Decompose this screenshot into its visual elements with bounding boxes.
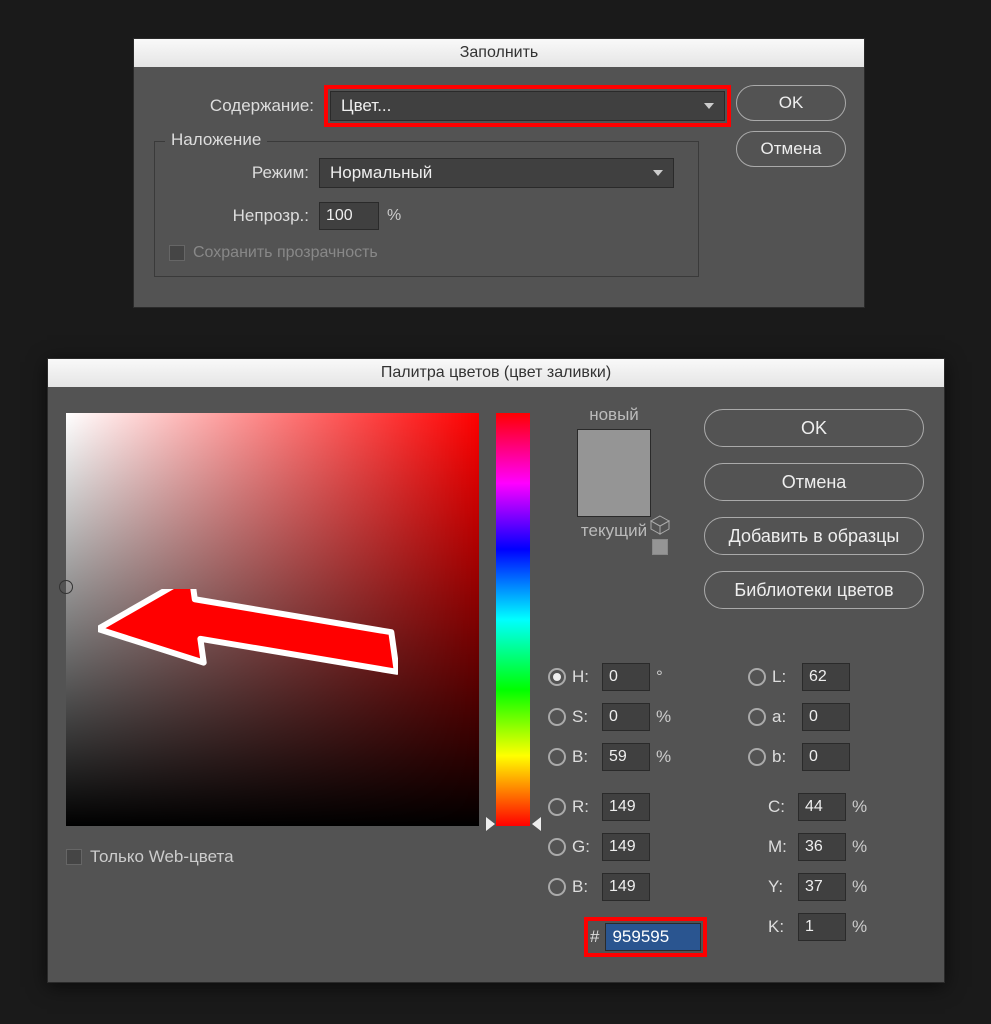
fill-titlebar[interactable]: Заполнить (134, 39, 864, 67)
l-label: L: (772, 667, 798, 687)
hue-slider-left-icon[interactable] (486, 817, 495, 831)
h-radio[interactable] (548, 668, 566, 686)
blending-legend: Наложение (165, 130, 267, 150)
hsb-b-radio[interactable] (548, 748, 566, 766)
a-label: a: (772, 707, 798, 727)
rgb-b-radio[interactable] (548, 878, 566, 896)
c-input[interactable] (798, 793, 846, 821)
fill-cancel-button[interactable]: Отмена (736, 131, 846, 167)
color-picker-dialog: Палитра цветов (цвет заливки) новый теку… (47, 358, 945, 983)
opacity-unit: % (387, 207, 401, 225)
hsb-b-input[interactable] (602, 743, 650, 771)
lab-b-radio[interactable] (748, 748, 766, 766)
c-label: C: (768, 797, 794, 817)
preserve-transparency-checkbox[interactable] (169, 245, 185, 261)
content-select[interactable]: Цвет... (330, 91, 725, 121)
h-input[interactable] (602, 663, 650, 691)
s-label: S: (572, 707, 598, 727)
picker-cancel-button[interactable]: Отмена (704, 463, 924, 501)
picker-ok-button[interactable]: OK (704, 409, 924, 447)
y-label: Y: (768, 877, 794, 897)
rgb-b-input[interactable] (602, 873, 650, 901)
preserve-transparency-label: Сохранить прозрачность (193, 244, 378, 262)
add-swatches-button[interactable]: Добавить в образцы (704, 517, 924, 555)
lab-b-label: b: (772, 747, 798, 767)
h-label: H: (572, 667, 598, 687)
web-only-checkbox[interactable] (66, 849, 82, 865)
hue-slider-right-icon[interactable] (532, 817, 541, 831)
r-input[interactable] (602, 793, 650, 821)
g-radio[interactable] (548, 838, 566, 856)
content-label: Содержание: (154, 96, 324, 116)
g-label: G: (572, 837, 598, 857)
a-radio[interactable] (748, 708, 766, 726)
hsb-b-label: B: (572, 747, 598, 767)
fill-title: Заполнить (460, 44, 539, 62)
color-libraries-button[interactable]: Библиотеки цветов (704, 571, 924, 609)
mode-select[interactable]: Нормальный (319, 158, 674, 188)
opacity-label: Непрозр.: (169, 206, 319, 226)
a-input[interactable] (802, 703, 850, 731)
rgb-b-label: B: (572, 877, 598, 897)
web-only-label: Только Web-цвета (90, 847, 234, 867)
g-input[interactable] (602, 833, 650, 861)
l-input[interactable] (802, 663, 850, 691)
picker-titlebar[interactable]: Палитра цветов (цвет заливки) (48, 359, 944, 387)
m-input[interactable] (798, 833, 846, 861)
r-label: R: (572, 797, 598, 817)
cube-icon[interactable] (650, 515, 670, 535)
r-radio[interactable] (548, 798, 566, 816)
new-color-label: новый (554, 405, 674, 425)
lab-b-input[interactable] (802, 743, 850, 771)
fill-dialog: Заполнить Содержание: Цвет... Наложение … (133, 38, 865, 308)
k-label: K: (768, 917, 794, 937)
s-radio[interactable] (548, 708, 566, 726)
hex-hash-label: # (590, 927, 599, 947)
hue-strip[interactable] (496, 413, 530, 826)
picker-title: Палитра цветов (цвет заливки) (381, 364, 611, 382)
l-radio[interactable] (748, 668, 766, 686)
color-field[interactable] (66, 413, 479, 826)
hex-input[interactable] (605, 923, 701, 951)
m-label: M: (768, 837, 794, 857)
y-input[interactable] (798, 873, 846, 901)
websafe-swatch[interactable] (652, 539, 668, 555)
opacity-input[interactable] (319, 202, 379, 230)
fill-ok-button[interactable]: OK (736, 85, 846, 121)
color-swatch[interactable] (577, 429, 651, 517)
k-input[interactable] (798, 913, 846, 941)
mode-label: Режим: (169, 163, 319, 183)
s-input[interactable] (602, 703, 650, 731)
blending-fieldset: Наложение Режим: Нормальный Непрозр.: % … (154, 141, 699, 277)
color-field-cursor[interactable] (59, 580, 73, 594)
